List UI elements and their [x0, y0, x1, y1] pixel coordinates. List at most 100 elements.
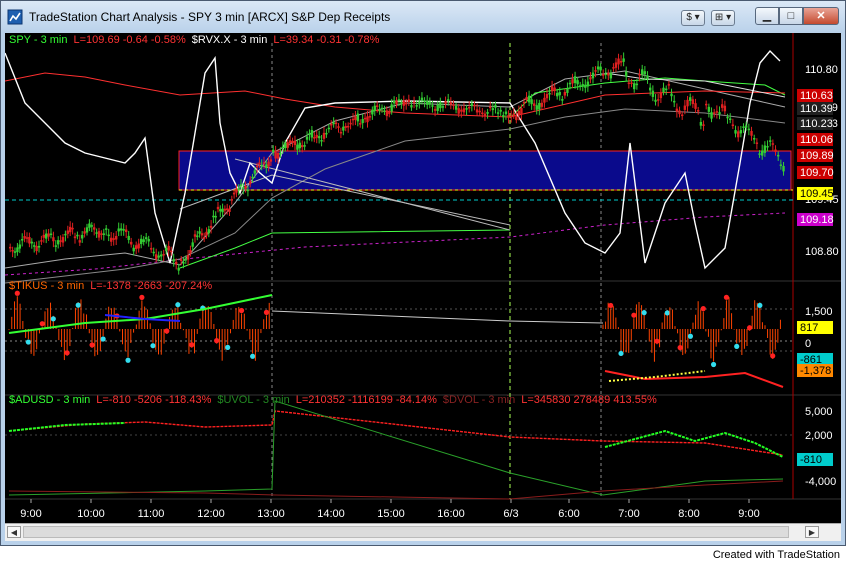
- price-bar: [385, 110, 389, 117]
- price-bar: [90, 225, 93, 227]
- price-bar: [563, 91, 567, 96]
- tikus-low-dot: [250, 353, 256, 359]
- price-bar: [291, 140, 294, 143]
- time-axis-label: 9:00: [20, 508, 41, 520]
- price-bar: [346, 125, 350, 128]
- price-bar: [591, 72, 595, 79]
- price-bar: [356, 113, 360, 122]
- price-bar: [327, 127, 331, 130]
- price-bar: [235, 188, 238, 193]
- price-bar: [21, 239, 24, 241]
- scroll-right-button[interactable]: ▶: [805, 526, 819, 538]
- price-bar: [431, 105, 434, 107]
- tikus-high-dot: [677, 345, 683, 351]
- tikus-high-dot: [89, 342, 95, 348]
- price-bar: [627, 82, 631, 85]
- price-bar: [30, 241, 33, 244]
- price-bar: [702, 124, 705, 126]
- price-bar: [761, 150, 764, 156]
- price-bar: [162, 253, 165, 256]
- price-bar: [35, 245, 38, 252]
- price-bar: [337, 126, 340, 128]
- price-bar: [489, 106, 492, 109]
- price-bar: [670, 93, 673, 97]
- price-bar: [502, 115, 505, 118]
- price-bar: [596, 66, 600, 70]
- adusd-pane: 5,000 2,000 -4,000 -810: [5, 400, 836, 500]
- price-bar: [686, 99, 689, 107]
- price-axis: 110.80 110.39 110.23 109.45 108.80 110.63 110.…: [797, 64, 839, 258]
- horizontal-scrollbar[interactable]: ◀ ▶: [5, 523, 841, 541]
- price-bar: [576, 80, 579, 85]
- price-bar: [779, 164, 783, 166]
- price-bar: [269, 159, 273, 162]
- price-bar: [320, 140, 323, 142]
- price-bar: [548, 92, 551, 95]
- price-bar: [602, 74, 605, 76]
- chart-area[interactable]: 1,500 0 817 -861 -1,378 5,000 2,000 -4,000 -810…: [5, 33, 841, 523]
- price-bar: [734, 130, 737, 134]
- minimize-button[interactable]: ▁: [755, 7, 779, 25]
- price-bar: [470, 103, 474, 106]
- price-bar: [246, 189, 250, 192]
- adusd-label: $ADUSD - 3 min L=-810 -5206 -118.43% $UVOL…: [9, 394, 657, 406]
- price-bar: [255, 165, 259, 168]
- price-bar: [308, 133, 311, 135]
- price-bar: [228, 208, 231, 212]
- scroll-thumb[interactable]: [23, 526, 789, 538]
- price-bar: [739, 130, 743, 134]
- time-axis-label: 16:00: [437, 508, 465, 520]
- price-bar: [313, 137, 316, 139]
- maximize-button[interactable]: □: [779, 7, 803, 25]
- price-bar: [78, 240, 81, 243]
- price-bar: [42, 234, 45, 238]
- price-bar: [102, 233, 105, 235]
- price-bar: [428, 101, 432, 105]
- price-bar: [203, 237, 206, 239]
- price-bar: [777, 154, 780, 157]
- price-bar: [301, 145, 304, 148]
- price-bar: [507, 115, 510, 118]
- price-bar: [40, 240, 43, 242]
- price-bar: [120, 228, 123, 231]
- chart-canvas[interactable]: 1,5000817-861-1,378 5,0002,000-4,000-810…: [5, 33, 841, 523]
- close-button[interactable]: ✕: [803, 7, 839, 25]
- title-bar[interactable]: TradeStation Chart Analysis - SPY 3 min …: [1, 1, 845, 33]
- price-bar: [483, 113, 487, 117]
- price-bar: [373, 105, 376, 112]
- price-bar: [581, 84, 584, 87]
- price-bar: [130, 241, 133, 245]
- price-bar: [465, 108, 468, 110]
- price-bar: [196, 235, 199, 238]
- price-bar: [155, 254, 158, 260]
- tradestation-app-icon: [7, 9, 23, 25]
- scroll-left-button[interactable]: ◀: [7, 526, 21, 538]
- minimize-icon: ▁: [762, 10, 772, 22]
- dollar-menu-button[interactable]: $ ▾: [681, 10, 705, 26]
- tikus-high-dot: [654, 338, 660, 344]
- price-bar: [175, 261, 178, 265]
- price-bar: [260, 165, 263, 167]
- price-bar: [184, 258, 187, 261]
- price-bar: [110, 237, 113, 242]
- close-icon: ✕: [816, 10, 826, 22]
- price-bar: [436, 104, 439, 111]
- price-bar: [641, 69, 644, 75]
- price-bar: [359, 123, 362, 125]
- price-bar: [342, 126, 345, 131]
- grid-menu-button[interactable]: ⊞ ▾: [711, 10, 735, 26]
- price-bar: [363, 117, 367, 120]
- price-bar: [251, 176, 254, 179]
- price-bar: [81, 234, 84, 239]
- price-bar: [491, 108, 495, 111]
- price-bar: [617, 58, 620, 65]
- price-bar: [177, 267, 180, 271]
- price-bar: [288, 140, 292, 143]
- tikus-low-dot: [757, 302, 763, 308]
- price-bar: [100, 233, 103, 235]
- price-bar: [167, 245, 170, 251]
- price-bar: [244, 185, 247, 189]
- time-axis-label: 14:00: [317, 508, 345, 520]
- price-bar: [525, 97, 528, 100]
- price-bar: [351, 118, 355, 121]
